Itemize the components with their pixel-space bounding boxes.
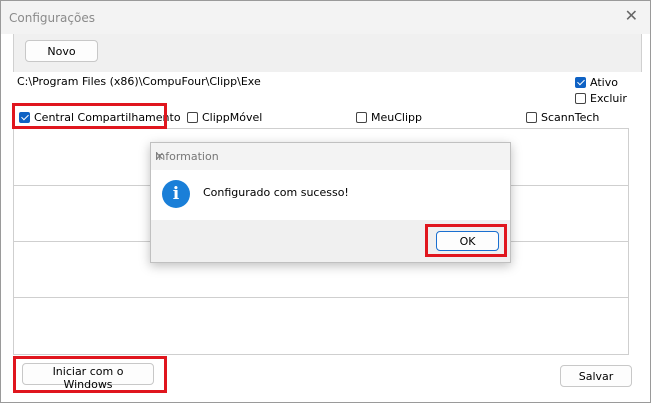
excluir-label: Excluir (590, 92, 627, 105)
highlight-startup (13, 356, 167, 393)
meuclipp-check-icon (356, 112, 367, 123)
save-button[interactable]: Salvar (560, 365, 632, 387)
novo-button[interactable]: Novo (25, 40, 98, 62)
field-blank-2[interactable] (247, 87, 360, 104)
dialog-title-bar: Information ✕ (151, 143, 510, 170)
excluir-check-icon (575, 93, 586, 104)
highlight-central (12, 103, 167, 129)
settings-window: Configurações ✕ Novo C:\Program Files (x… (0, 0, 651, 403)
exe-path-label: C:\Program Files (x86)\CompuFour\Clipp\E… (17, 75, 261, 88)
module-clippmovel-checkbox[interactable]: ClippMóvel (187, 111, 262, 124)
module-scanntech-checkbox[interactable]: ScannTech (526, 111, 599, 124)
dialog-message: Configurado com sucesso! (203, 186, 349, 199)
toolbar-panel: Novo (13, 34, 642, 72)
ativo-checkbox[interactable]: Ativo (575, 76, 618, 89)
highlight-ok (425, 224, 507, 257)
field-blank-1[interactable] (17, 90, 88, 104)
ativo-check-icon (575, 77, 586, 88)
dialog-close-icon[interactable]: ✕ (155, 150, 502, 163)
module-label: MeuClipp (371, 111, 422, 124)
scanntech-check-icon (526, 112, 537, 123)
close-icon[interactable]: ✕ (625, 8, 638, 24)
module-label: ScannTech (541, 111, 600, 124)
grid-line (14, 297, 628, 298)
ativo-label: Ativo (590, 76, 618, 89)
clippmovel-check-icon (187, 112, 198, 123)
info-icon: i (162, 180, 190, 208)
window-title: Configurações (9, 11, 95, 25)
title-bar: Configurações ✕ (1, 1, 650, 34)
module-label: ClippMóvel (202, 111, 263, 124)
excluir-checkbox[interactable]: Excluir (575, 92, 627, 105)
module-meuclipp-checkbox[interactable]: MeuClipp (356, 111, 422, 124)
